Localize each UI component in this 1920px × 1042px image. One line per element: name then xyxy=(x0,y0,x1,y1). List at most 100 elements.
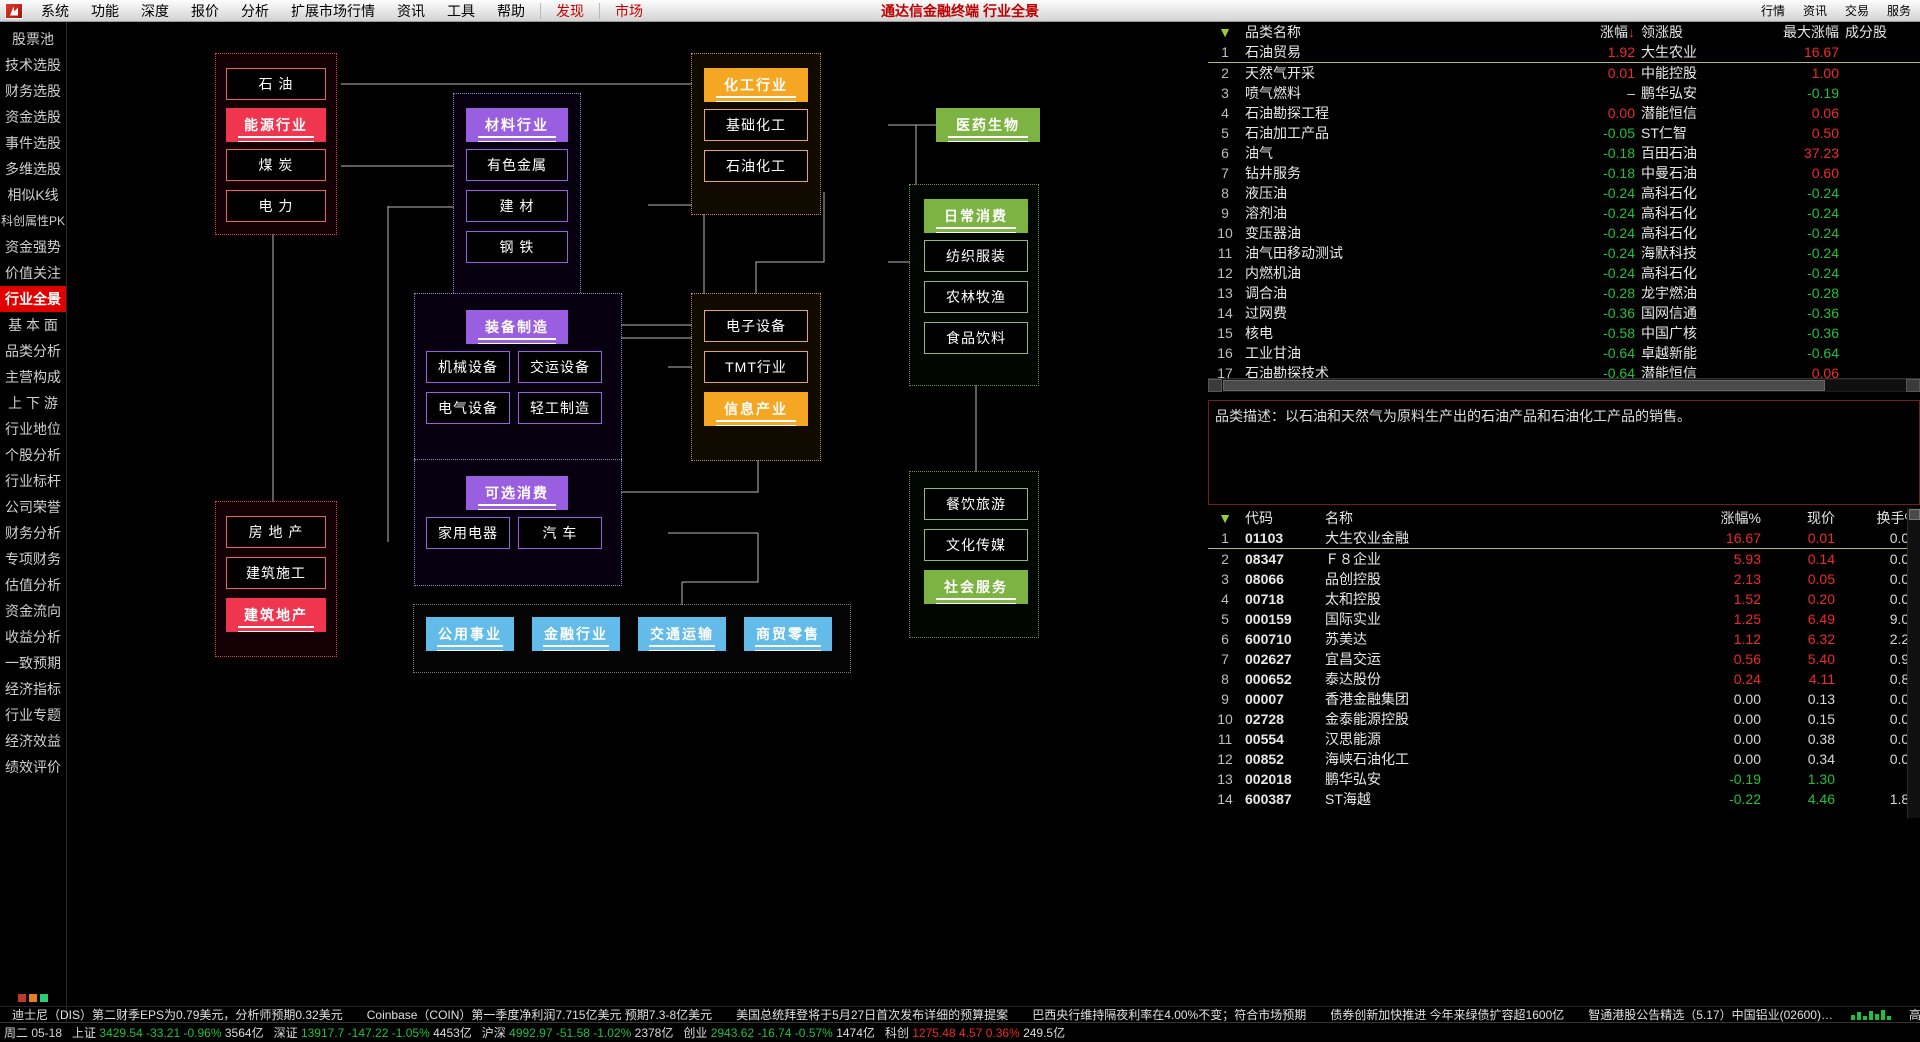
news-item-1[interactable]: Coinbase（COIN）第一季度净利润7.715亿美元 预期7.3-8亿美元 xyxy=(355,1006,724,1022)
node-automobile[interactable]: 汽 车 xyxy=(518,517,602,549)
news-item-0[interactable]: 迪士尼（DIS）第二财季EPS为0.79美元，分析师预期0.32美元 xyxy=(0,1006,355,1022)
stock-row[interactable]: 8000652泰达股份0.244.110.83 xyxy=(1208,669,1920,689)
node-discretionary-header[interactable]: 可选消费 xyxy=(466,476,568,510)
menu-item-3[interactable]: 报价 xyxy=(180,0,230,23)
sidebar-item-18[interactable]: 公司荣誉 xyxy=(0,494,66,520)
sidebar-item-27[interactable]: 经济效益 xyxy=(0,728,66,754)
menu-item-6[interactable]: 资讯 xyxy=(386,0,436,23)
node-electrical-equipment[interactable]: 电气设备 xyxy=(426,392,510,424)
sidebar-item-14[interactable]: 上 下 游 xyxy=(0,390,66,416)
node-steel[interactable]: 钢 铁 xyxy=(466,231,568,263)
node-energy-header[interactable]: 能源行业 xyxy=(226,108,326,142)
col-leader[interactable]: 领涨股 xyxy=(1638,22,1738,42)
sort-arrow-icon[interactable]: ▼ xyxy=(1208,22,1242,42)
sidebar-item-8[interactable]: 资金强势 xyxy=(0,234,66,260)
category-row[interactable]: 1石油贸易1.92大生农业16.67 xyxy=(1208,42,1920,63)
menu-item-4[interactable]: 分析 xyxy=(230,0,280,23)
node-retail-trade[interactable]: 商贸零售 xyxy=(744,617,832,651)
sidebar-item-3[interactable]: 资金选股 xyxy=(0,104,66,130)
stock-row[interactable]: 1100554汉思能源0.000.380.07 xyxy=(1208,729,1920,749)
sidebar-item-17[interactable]: 行业标杆 xyxy=(0,468,66,494)
category-row[interactable]: 6油气-0.18百田石油37.23 xyxy=(1208,143,1920,163)
node-electronic-equipment[interactable]: 电子设备 xyxy=(704,310,808,342)
category-row[interactable]: 5石油加工产品-0.05ST仁智0.50 xyxy=(1208,123,1920,143)
scroll-up-icon[interactable] xyxy=(1909,509,1920,520)
sidebar-item-22[interactable]: 资金流向 xyxy=(0,598,66,624)
sidebar-item-5[interactable]: 多维选股 xyxy=(0,156,66,182)
sidebar-item-19[interactable]: 财务分析 xyxy=(0,520,66,546)
status-index-2[interactable]: 沪深 4992.97 -51.58 -1.02% 2378亿 xyxy=(477,1024,679,1041)
stock-row[interactable]: 14600387ST海越-0.224.461.80 xyxy=(1208,789,1920,809)
col-category-name[interactable]: 品类名称 xyxy=(1242,22,1556,42)
scroll-right-icon[interactable] xyxy=(1906,379,1920,392)
stock-row[interactable]: 6600710苏美达1.126.322.21 xyxy=(1208,629,1920,649)
category-row[interactable]: 3喷气燃料–鹏华弘安-0.19 xyxy=(1208,83,1920,103)
node-material-header[interactable]: 材料行业 xyxy=(466,108,568,142)
node-utilities[interactable]: 公用事业 xyxy=(426,617,514,651)
menu-right-news[interactable]: 资讯 xyxy=(1794,0,1836,21)
stock-row[interactable]: 900007香港金融集团0.000.130.00 xyxy=(1208,689,1920,709)
node-transportation[interactable]: 交通运输 xyxy=(638,617,726,651)
news-item-2[interactable]: 美国总统拜登将于5月27日首次发布详细的预算提案 xyxy=(724,1006,1020,1022)
category-row[interactable]: 7钻井服务-0.18中曼石油0.60 xyxy=(1208,163,1920,183)
tray-icon-3[interactable] xyxy=(40,994,48,1002)
stock-row[interactable]: 1002728金泰能源控股0.000.150.00 xyxy=(1208,709,1920,729)
status-index-4[interactable]: 科创 1275.48 4.57 0.36% 249.5亿 xyxy=(880,1024,1070,1041)
col-code[interactable]: 代码 xyxy=(1242,508,1322,528)
menu-item-1[interactable]: 功能 xyxy=(80,0,130,23)
scroll-left-icon[interactable] xyxy=(1208,379,1222,392)
menu-right-quotes[interactable]: 行情 xyxy=(1752,0,1794,21)
menu-item-market[interactable]: 市场 xyxy=(604,0,654,23)
sidebar-item-1[interactable]: 技术选股 xyxy=(0,52,66,78)
category-row[interactable]: 14过网费-0.36国网信通-0.36 xyxy=(1208,303,1920,323)
node-light-manufacturing[interactable]: 轻工制造 xyxy=(518,392,602,424)
stock-row[interactable]: 7002627宜昌交运0.565.400.93 xyxy=(1208,649,1920,669)
menu-right-service[interactable]: 服务 xyxy=(1878,0,1920,21)
status-index-0[interactable]: 上证 3429.54 -33.21 -0.96% 3564亿 xyxy=(67,1024,269,1041)
category-row[interactable]: 11油气田移动测试-0.24海默科技-0.24 xyxy=(1208,243,1920,263)
sidebar-item-25[interactable]: 经济指标 xyxy=(0,676,66,702)
category-row[interactable]: 15核电-0.58中国广核-0.36 xyxy=(1208,323,1920,343)
category-row[interactable]: 10变压器油-0.24高科石化-0.24 xyxy=(1208,223,1920,243)
node-food-beverage[interactable]: 食品饮料 xyxy=(924,322,1028,354)
menu-item-8[interactable]: 帮助 xyxy=(486,0,536,23)
status-index-3[interactable]: 创业 2943.62 -16.74 -0.57% 1474亿 xyxy=(678,1024,880,1041)
node-power[interactable]: 电 力 xyxy=(226,190,326,222)
sidebar-item-13[interactable]: 主营构成 xyxy=(0,364,66,390)
news-item-4[interactable]: 债券创新加快推进 今年来绿债扩容超1600亿 xyxy=(1318,1006,1576,1022)
sidebar-item-6[interactable]: 相似K线 xyxy=(0,182,66,208)
node-agriculture[interactable]: 农林牧渔 xyxy=(924,281,1028,313)
sidebar-item-12[interactable]: 品类分析 xyxy=(0,338,66,364)
node-petroleum[interactable]: 石 油 xyxy=(226,68,326,100)
news-item-5[interactable]: 智通港股公告精选（5.17）中国铝业(02600)… xyxy=(1576,1006,1845,1022)
node-machinery[interactable]: 机械设备 xyxy=(426,351,510,383)
sidebar-item-10[interactable]: 行业全景 xyxy=(0,286,66,312)
news-item-3[interactable]: 巴西央行维持隔夜利率在4.00%不变；符合市场预期 xyxy=(1020,1006,1318,1022)
node-staples-header[interactable]: 日常消费 xyxy=(924,199,1028,233)
menu-item-2[interactable]: 深度 xyxy=(130,0,180,23)
sidebar-item-4[interactable]: 事件选股 xyxy=(0,130,66,156)
menu-item-discover[interactable]: 发现 xyxy=(545,0,595,23)
scroll-track[interactable] xyxy=(1222,380,1906,391)
node-healthcare[interactable]: 医药生物 xyxy=(936,108,1040,142)
col-name[interactable]: 名称 xyxy=(1322,508,1678,528)
node-construction[interactable]: 建筑施工 xyxy=(226,557,326,589)
col-pct-change[interactable]: 涨幅% xyxy=(1678,508,1764,528)
node-petrochemicals[interactable]: 石油化工 xyxy=(704,150,808,182)
menu-item-5[interactable]: 扩展市场行情 xyxy=(280,0,386,23)
sidebar-item-26[interactable]: 行业专题 xyxy=(0,702,66,728)
sidebar-item-0[interactable]: 股票池 xyxy=(0,26,66,52)
sidebar-item-21[interactable]: 估值分析 xyxy=(0,572,66,598)
sidebar-item-7[interactable]: 科创属性PK xyxy=(0,208,66,234)
col-change[interactable]: 涨幅↓ xyxy=(1556,22,1638,42)
node-financials[interactable]: 金融行业 xyxy=(532,617,620,651)
stock-row[interactable]: 101103大生农业金融16.670.010.09 xyxy=(1208,528,1920,549)
category-hscrollbar[interactable] xyxy=(1208,378,1920,392)
sidebar-item-23[interactable]: 收益分析 xyxy=(0,624,66,650)
stock-row[interactable]: 5000159国际实业1.256.499.08 xyxy=(1208,609,1920,629)
sidebar-item-11[interactable]: 基 本 面 xyxy=(0,312,66,338)
menu-item-7[interactable]: 工具 xyxy=(436,0,486,23)
node-building-materials[interactable]: 建 材 xyxy=(466,190,568,222)
tray-icon-2[interactable] xyxy=(29,994,37,1002)
sidebar-item-2[interactable]: 财务选股 xyxy=(0,78,66,104)
